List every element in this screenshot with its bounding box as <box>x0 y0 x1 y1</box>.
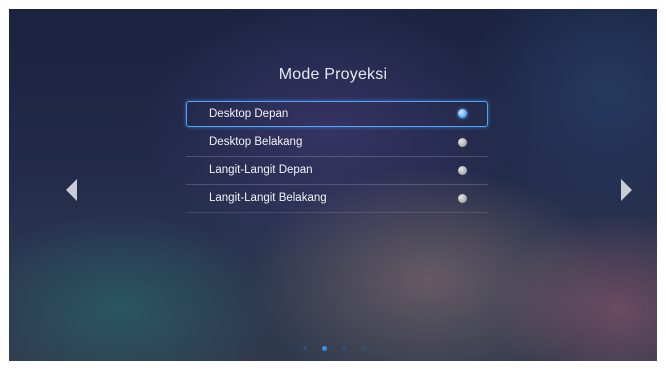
page-dot <box>362 346 366 350</box>
radio-unselected-icon[interactable] <box>458 138 467 147</box>
option-label: Langit-Langit Depan <box>209 164 313 176</box>
page-dot-active <box>322 345 327 351</box>
chevron-left-icon[interactable] <box>66 179 77 201</box>
page-dot <box>342 346 346 350</box>
option-label: Desktop Belakang <box>209 136 303 148</box>
option-label: Langit-Langit Belakang <box>209 192 327 204</box>
projector-screen: Mode Proyeksi Desktop Depan Desktop Bela… <box>9 9 657 361</box>
page-dot <box>303 346 307 350</box>
radio-unselected-icon[interactable] <box>458 194 467 203</box>
chevron-right-icon[interactable] <box>621 179 632 201</box>
option-langit-langit-belakang[interactable]: Langit-Langit Belakang <box>186 185 488 213</box>
radio-unselected-icon[interactable] <box>458 166 467 175</box>
projection-mode-list: Desktop Depan Desktop Belakang Langit-La… <box>186 101 488 213</box>
option-desktop-depan[interactable]: Desktop Depan <box>186 101 488 127</box>
option-label: Desktop Depan <box>209 108 289 120</box>
radio-selected-icon[interactable] <box>458 109 467 118</box>
option-langit-langit-depan[interactable]: Langit-Langit Depan <box>186 157 488 185</box>
option-desktop-belakang[interactable]: Desktop Belakang <box>186 129 488 157</box>
page-indicator <box>303 345 373 351</box>
menu-title: Mode Proyeksi <box>278 66 388 83</box>
